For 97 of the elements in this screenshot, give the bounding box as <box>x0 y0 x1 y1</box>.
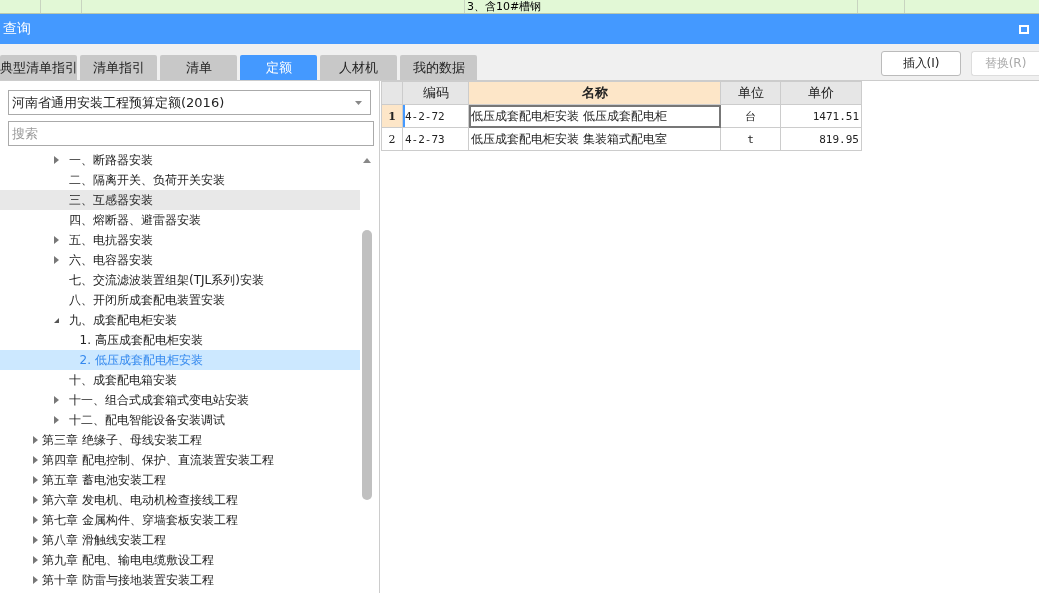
item-label: 互感器安装 <box>93 191 153 209</box>
item-label: 2. 低压成套配电柜安装 <box>79 351 203 369</box>
tab[interactable]: 典型清单指引 <box>0 55 77 80</box>
item-label: 第四章 配电控制、保护、直流装置安装工程 <box>42 451 274 469</box>
scroll-up-icon[interactable] <box>362 157 372 163</box>
maximize-icon[interactable] <box>1019 24 1029 34</box>
collapsed-arrow-icon[interactable] <box>53 396 59 404</box>
item-label: 第五章 蓄电池安装工程 <box>42 471 166 489</box>
item-label: 电容器安装 <box>93 251 153 269</box>
collapsed-arrow-icon[interactable] <box>53 256 59 264</box>
item-label: 第八章 滑触线安装工程 <box>42 531 166 549</box>
tree-item[interactable]: 第五章 蓄电池安装工程 <box>0 470 360 490</box>
item-label: 第十章 防雷与接地装置安装工程 <box>42 571 214 589</box>
tree-item[interactable]: 第十章 防雷与接地装置安装工程 <box>0 570 360 590</box>
item-label: 交流滤波装置组架(TJL系列)安装 <box>93 271 264 289</box>
tree-item[interactable]: 十二、配电智能设备安装调试 <box>0 410 360 430</box>
item-number: 五、 <box>69 231 93 249</box>
row-number[interactable]: 1 <box>381 104 403 128</box>
table-cell-text: 3、含10#槽钢 <box>466 0 542 13</box>
column-header[interactable]: 名称 <box>468 81 721 105</box>
column-header[interactable]: 单位 <box>720 81 781 105</box>
item-label: 第三章 绝缘子、母线安装工程 <box>42 431 202 449</box>
insert-button[interactable]: 插入(I) <box>881 51 961 76</box>
item-label: 成套配电箱安装 <box>93 371 177 389</box>
tree-item[interactable]: 九、成套配电柜安装 <box>0 310 360 330</box>
expanded-arrow-icon[interactable] <box>52 316 60 324</box>
collapsed-arrow-icon[interactable] <box>32 436 38 444</box>
tree-item[interactable]: 十、成套配电箱安装 <box>0 370 360 390</box>
tree-item[interactable]: 第七章 金属构件、穿墙套板安装工程 <box>0 510 360 530</box>
tree-item[interactable]: 三、互感器安装 <box>0 190 360 210</box>
tree-item[interactable]: 第三章 绝缘子、母线安装工程 <box>0 430 360 450</box>
item-label: 1. 高压成套配电柜安装 <box>79 331 203 349</box>
item-number: 十、 <box>69 371 93 389</box>
tree-item[interactable]: 十一、组合式成套箱式变电站安装 <box>0 390 360 410</box>
collapsed-arrow-icon[interactable] <box>32 496 38 504</box>
tree-item[interactable]: 七、交流滤波装置组架(TJL系列)安装 <box>0 270 360 290</box>
item-number: 十一、 <box>69 391 105 409</box>
item-number: 七、 <box>69 271 93 289</box>
scrollbar-thumb[interactable] <box>362 230 372 500</box>
table-cell: t <box>720 127 781 151</box>
table-cell: 819.95 <box>780 127 862 151</box>
table-cell: 4-2-72 <box>402 104 469 128</box>
collapsed-arrow-icon[interactable] <box>32 476 38 484</box>
search-field[interactable]: 搜索 <box>8 121 374 146</box>
tab[interactable]: 我的数据 <box>400 55 477 80</box>
tree-item[interactable]: 第八章 滑触线安装工程 <box>0 530 360 550</box>
tab[interactable]: 人材机 <box>320 55 397 80</box>
dropdown-caret-icon <box>355 100 362 105</box>
tree-item[interactable]: 六、电容器安装 <box>0 250 360 270</box>
item-label: 组合式成套箱式变电站安装 <box>105 391 249 409</box>
item-number: 一、 <box>69 151 93 169</box>
collapsed-arrow-icon[interactable] <box>32 516 38 524</box>
item-label: 开闭所成套配电装置安装 <box>93 291 225 309</box>
tree-item[interactable]: 第九章 配电、输电电缆敷设工程 <box>0 550 360 570</box>
item-label: 电抗器安装 <box>93 231 153 249</box>
column-header[interactable]: 编码 <box>402 81 469 105</box>
item-label: 熔断器、避雷器安装 <box>93 211 201 229</box>
collapsed-arrow-icon[interactable] <box>32 556 38 564</box>
library-dropdown[interactable]: 河南省通用安装工程预算定额(2016) <box>8 90 371 115</box>
collapsed-arrow-icon[interactable] <box>53 156 59 164</box>
tree-item[interactable]: 八、开闭所成套配电装置安装 <box>0 290 360 310</box>
item-label: 隔离开关、负荷开关安装 <box>93 171 225 189</box>
item-label: 断路器安装 <box>93 151 153 169</box>
tree-item[interactable]: 一、断路器安装 <box>0 150 360 170</box>
tab[interactable]: 清单 <box>160 55 237 80</box>
window-title: 查询 <box>3 20 31 38</box>
table-cell: 4-2-73 <box>402 127 469 151</box>
item-label: 成套配电柜安装 <box>93 311 177 329</box>
collapsed-arrow-icon[interactable] <box>53 416 59 424</box>
tree-item[interactable]: 第六章 发电机、电动机检查接线工程 <box>0 490 360 510</box>
collapsed-arrow-icon[interactable] <box>53 236 59 244</box>
tree-item[interactable]: 二、隔离开关、负荷开关安装 <box>0 170 360 190</box>
item-number: 六、 <box>69 251 93 269</box>
item-number: 三、 <box>69 191 93 209</box>
collapsed-arrow-icon[interactable] <box>32 536 38 544</box>
item-number: 四、 <box>69 211 93 229</box>
item-number: 二、 <box>69 171 93 189</box>
item-label: 第七章 金属构件、穿墙套板安装工程 <box>42 511 238 529</box>
tree-item[interactable]: 五、电抗器安装 <box>0 230 360 250</box>
item-label: 第九章 配电、输电电缆敷设工程 <box>42 551 214 569</box>
item-label: 配电智能设备安装调试 <box>105 411 225 429</box>
item-number: 十二、 <box>69 411 105 429</box>
item-number: 八、 <box>69 291 93 309</box>
collapsed-arrow-icon[interactable] <box>32 576 38 584</box>
column-header[interactable]: 单价 <box>780 81 862 105</box>
tree-item[interactable]: 1. 高压成套配电柜安装 <box>0 330 360 350</box>
tab[interactable]: 清单指引 <box>80 55 157 80</box>
collapsed-arrow-icon[interactable] <box>32 456 38 464</box>
table-cell: 台 <box>720 104 781 128</box>
table-cell: 低压成套配电柜安装 集装箱式配电室 <box>468 127 721 151</box>
row-number[interactable]: 2 <box>381 127 403 151</box>
table-cell: 低压成套配电柜安装 低压成套配电柜 <box>468 104 721 128</box>
tree-item[interactable]: 四、熔断器、避雷器安装 <box>0 210 360 230</box>
item-label: 第六章 发电机、电动机检查接线工程 <box>42 491 238 509</box>
table-cell: 1471.51 <box>780 104 862 128</box>
item-number: 九、 <box>69 311 93 329</box>
tree-item[interactable]: 第四章 配电控制、保护、直流装置安装工程 <box>0 450 360 470</box>
